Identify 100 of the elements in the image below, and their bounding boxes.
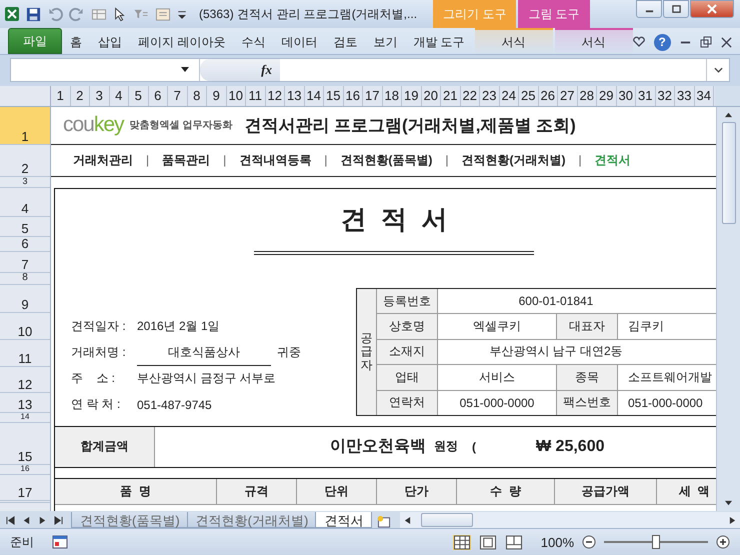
column-header[interactable]: 17 — [363, 86, 382, 106]
ribbon-tab[interactable]: 삽입 — [90, 30, 130, 54]
row-header[interactable]: 12 — [0, 366, 50, 393]
column-header[interactable]: 28 — [578, 86, 597, 106]
column-header[interactable]: 8 — [188, 86, 207, 106]
column-header[interactable]: 7 — [168, 86, 188, 106]
column-header[interactable]: 30 — [616, 86, 636, 106]
row-header[interactable]: 5 — [0, 216, 50, 237]
ribbon-tab[interactable]: 데이터 — [273, 30, 326, 54]
column-header[interactable]: 23 — [480, 86, 500, 106]
row-header[interactable]: 11 — [0, 340, 50, 367]
zoom-slider-thumb[interactable] — [652, 535, 660, 550]
column-header[interactable]: 26 — [538, 86, 558, 106]
last-sheet-icon[interactable] — [54, 516, 63, 525]
scroll-right-icon[interactable] — [729, 516, 736, 525]
scroll-down-icon[interactable] — [724, 500, 733, 508]
ribbon-tab[interactable]: 수식 — [233, 30, 274, 54]
row-header[interactable]: 9 — [0, 284, 50, 313]
column-header[interactable]: 21 — [441, 86, 460, 106]
ribbon-tab[interactable]: 검토 — [325, 30, 366, 54]
row-header[interactable]: 16 — [0, 464, 50, 475]
help-button[interactable]: ? — [654, 34, 671, 50]
column-header[interactable]: 13 — [285, 86, 304, 106]
sheet-tab[interactable]: 견적현황(거래처별) — [186, 512, 318, 528]
horizontal-scrollbar[interactable] — [400, 512, 740, 528]
row-header[interactable]: 14 — [0, 412, 50, 423]
next-sheet-icon[interactable] — [38, 516, 47, 525]
macro-record-icon[interactable] — [52, 535, 68, 550]
file-tab[interactable]: 파일 — [8, 28, 62, 54]
zoom-out-icon[interactable] — [582, 535, 596, 550]
row-header[interactable]: 6 — [0, 236, 50, 252]
nav-link[interactable]: 품목관리 — [162, 152, 210, 169]
column-header[interactable]: 3 — [90, 86, 110, 106]
column-header[interactable]: 11 — [246, 86, 266, 106]
column-header[interactable]: 10 — [226, 86, 246, 106]
ribbon-tab[interactable]: 페이지 레이아웃 — [130, 30, 234, 54]
nav-link[interactable]: 견적현황(품목별) — [340, 152, 432, 169]
sheet-tab[interactable]: 견적현황(품목별) — [71, 512, 189, 528]
column-header[interactable]: 20 — [422, 86, 441, 106]
pointer-icon[interactable] — [113, 6, 127, 22]
ribbon-tab[interactable]: 보기 — [365, 30, 406, 54]
column-header[interactable]: 6 — [148, 86, 168, 106]
column-header[interactable]: 34 — [694, 86, 714, 106]
column-header[interactable]: 14 — [304, 86, 324, 106]
ribbon-tab[interactable]: 서식 — [554, 28, 633, 54]
row-header[interactable]: 10 — [0, 312, 50, 340]
column-header[interactable]: 31 — [636, 86, 656, 106]
column-header[interactable]: 18 — [382, 86, 402, 106]
row-header[interactable]: 17 — [0, 474, 50, 501]
column-header[interactable]: 22 — [460, 86, 480, 106]
column-header[interactable]: 9 — [207, 86, 226, 106]
close-button[interactable] — [690, 0, 734, 18]
row-header[interactable]: 7 — [0, 252, 50, 273]
close-icon[interactable] — [720, 36, 732, 48]
heart-icon[interactable] — [632, 36, 645, 48]
nav-link[interactable]: 견적내역등록 — [239, 152, 312, 169]
column-header[interactable]: 5 — [129, 86, 148, 106]
column-header[interactable]: 33 — [675, 86, 694, 106]
scroll-thumb[interactable] — [722, 122, 736, 224]
zoom-in-icon[interactable] — [716, 535, 730, 550]
nav-link[interactable]: 견적서 — [594, 152, 631, 169]
vertical-scrollbar[interactable] — [716, 106, 740, 512]
ribbon-tab[interactable]: 홈 — [62, 30, 90, 54]
scroll-thumb[interactable] — [421, 513, 474, 528]
nav-link[interactable]: 견적현황(거래처별) — [462, 152, 566, 169]
scroll-left-icon[interactable] — [404, 516, 412, 525]
save-icon[interactable] — [26, 6, 41, 22]
column-header[interactable]: 16 — [344, 86, 363, 106]
first-sheet-icon[interactable] — [6, 516, 15, 525]
ribbon-tab[interactable]: 서식 — [474, 28, 553, 54]
row-header[interactable]: 8 — [0, 272, 50, 285]
row-header[interactable]: 3 — [0, 176, 50, 188]
zoom-percent[interactable]: 100% — [540, 534, 574, 550]
nav-link[interactable]: 거래처관리 — [73, 152, 133, 169]
row-header[interactable]: 2 — [0, 144, 50, 177]
page-break-view-icon[interactable] — [504, 534, 523, 550]
column-header[interactable]: 19 — [402, 86, 422, 106]
excel-logo-icon[interactable] — [4, 6, 20, 22]
row-header[interactable]: 1 — [0, 106, 50, 145]
column-header[interactable]: 24 — [500, 86, 519, 106]
scroll-up-icon[interactable] — [724, 110, 733, 118]
column-header[interactable]: 25 — [519, 86, 538, 106]
restore-icon[interactable] — [700, 36, 712, 48]
prev-sheet-icon[interactable] — [22, 516, 31, 525]
column-header[interactable]: 2 — [70, 86, 90, 106]
ribbon-tab[interactable]: 개발 도구 — [405, 30, 473, 54]
maximize-button[interactable] — [663, 0, 689, 18]
column-header[interactable]: 27 — [558, 86, 578, 106]
column-header[interactable]: 4 — [110, 86, 129, 106]
column-header[interactable]: 32 — [656, 86, 675, 106]
column-header[interactable]: 15 — [324, 86, 344, 106]
row-header[interactable]: 4 — [0, 188, 50, 217]
column-header[interactable]: 12 — [266, 86, 285, 106]
row-header[interactable]: 15 — [0, 422, 50, 465]
row-header[interactable]: 13 — [0, 392, 50, 413]
column-header[interactable]: 29 — [597, 86, 616, 106]
page-layout-view-icon[interactable] — [478, 534, 497, 550]
new-sheet-icon[interactable] — [376, 515, 392, 528]
normal-view-icon[interactable] — [452, 534, 471, 550]
minimize-button[interactable] — [636, 0, 662, 18]
